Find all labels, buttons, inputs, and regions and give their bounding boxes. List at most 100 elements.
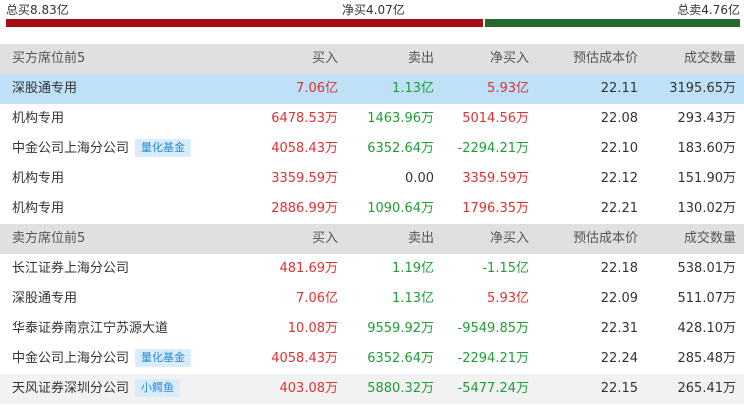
- est-cost-price: 22.10: [600, 141, 638, 156]
- table-row[interactable]: 中金公司上海分公司 量化基金 4058.43万 6352.64万 -2294.21万 22…: [0, 134, 744, 164]
- buy-amount: 10.08万: [287, 321, 338, 336]
- seat-name-cell[interactable]: 机构专用: [12, 104, 64, 134]
- trade-volume: 3195.65万: [669, 81, 736, 96]
- seat-name: 深股通专用: [12, 291, 78, 306]
- seat-name-cell[interactable]: 中金公司上海分公司 量化基金: [12, 344, 192, 374]
- sell-seats-table: 卖方席位前5 买入 卖出 净买入 预估成本价 成交数量 长江证券上海分公司 481…: [0, 224, 744, 404]
- seat-name: 机构专用: [12, 201, 65, 216]
- trade-volume: 293.43万: [677, 111, 737, 126]
- seat-tag[interactable]: 量化基金: [135, 138, 192, 157]
- sell-amount: 1463.96万: [367, 111, 434, 126]
- buy-amount: 403.08万: [279, 381, 339, 396]
- buy-seats-table: 买方席位前5 买入 卖出 净买入 预估成本价 成交数量 深股通专用 7.06亿 1.…: [0, 44, 744, 224]
- est-cost-price: 22.24: [600, 351, 638, 366]
- trade-volume: 428.10万: [677, 321, 737, 336]
- est-cost-price: 22.15: [600, 381, 638, 396]
- header-buy: 买入: [311, 231, 338, 246]
- table-row[interactable]: 华泰证券南京江宁苏源大道 10.08万 9559.92万 -9549.85万 22.31…: [0, 314, 744, 344]
- sell-amount: 5880.32万: [367, 381, 434, 396]
- seat-name: 机构专用: [12, 111, 65, 126]
- seat-name: 中金公司上海分公司: [12, 141, 130, 156]
- seat-name: 中金公司上海分公司: [12, 351, 130, 366]
- table-row[interactable]: 机构专用 2886.99万 1090.64万 1796.35万 22.21 130.02万: [0, 194, 744, 224]
- seat-name: 天风证券深圳分公司: [12, 381, 130, 396]
- est-cost-price: 22.08: [600, 111, 638, 126]
- table-row[interactable]: 长江证券上海分公司 481.69万 1.19亿 -1.15亿 22.18 538.01万: [0, 254, 744, 284]
- est-cost-price: 22.11: [600, 81, 638, 96]
- header-net-buy: 净买入: [489, 51, 529, 66]
- sell-amount: 1.19亿: [392, 261, 434, 276]
- header-seat-name: 卖方席位前5: [12, 231, 86, 246]
- sell-table-header: 卖方席位前5 买入 卖出 净买入 预估成本价 成交数量: [0, 224, 744, 254]
- trade-summary: 总买8.83亿 净买4.07亿 总卖4.76亿: [0, 0, 744, 30]
- trade-volume: 538.01万: [677, 261, 737, 276]
- total-sell-label: 总卖4.76亿: [677, 3, 740, 17]
- table-row[interactable]: 机构专用 6478.53万 1463.96万 5014.56万 22.08 293.43万: [0, 104, 744, 134]
- header-volume: 成交数量: [683, 231, 736, 246]
- net-buy-amount: 5014.56万: [462, 111, 529, 126]
- seat-name-cell[interactable]: 机构专用: [12, 164, 64, 194]
- trade-volume: 183.60万: [677, 141, 737, 156]
- trade-volume: 265.41万: [677, 381, 737, 396]
- header-est-cost: 预估成本价: [572, 51, 638, 66]
- seat-name-cell[interactable]: 长江证券上海分公司: [12, 254, 129, 284]
- header-net-buy: 净买入: [489, 231, 529, 246]
- net-buy-amount: 5.93亿: [487, 291, 529, 306]
- seat-name-cell[interactable]: 深股通专用: [12, 74, 77, 104]
- buy-amount: 7.06亿: [296, 81, 338, 96]
- header-buy: 买入: [311, 51, 338, 66]
- net-buy-label: 净买4.07亿: [342, 3, 405, 17]
- trade-volume: 285.48万: [677, 351, 737, 366]
- net-buy-amount: -1.15亿: [482, 261, 529, 276]
- seat-name-cell[interactable]: 华泰证券南京江宁苏源大道: [12, 314, 168, 344]
- buy-table-header: 买方席位前5 买入 卖出 净买入 预估成本价 成交数量: [0, 44, 744, 74]
- header-volume: 成交数量: [683, 51, 736, 66]
- header-seat-name: 买方席位前5: [12, 51, 86, 66]
- header-est-cost: 预估成本价: [572, 231, 638, 246]
- sell-amount: 0.00: [405, 171, 434, 186]
- buy-amount: 4058.43万: [271, 351, 338, 366]
- table-row[interactable]: 机构专用 3359.59万 0.00 3359.59万 22.12 151.90万: [0, 164, 744, 194]
- buy-amount: 4058.43万: [271, 141, 338, 156]
- sell-amount: 1.13亿: [392, 81, 434, 96]
- seat-tag[interactable]: 小鳄鱼: [135, 378, 181, 397]
- buy-amount: 6478.53万: [271, 111, 338, 126]
- sell-amount: 9559.92万: [367, 321, 434, 336]
- sell-amount: 1.13亿: [392, 291, 434, 306]
- est-cost-price: 22.09: [600, 291, 638, 306]
- seat-name: 机构专用: [12, 171, 65, 186]
- seat-name: 长江证券上海分公司: [12, 261, 130, 276]
- net-buy-amount: -2294.21万: [457, 141, 529, 156]
- seat-name-cell[interactable]: 机构专用: [12, 194, 64, 224]
- buy-amount: 7.06亿: [296, 291, 338, 306]
- net-buy-amount: -5477.24万: [457, 381, 529, 396]
- sell-amount: 6352.64万: [367, 351, 434, 366]
- seat-tag[interactable]: 量化基金: [135, 348, 192, 367]
- seat-name-cell[interactable]: 中金公司上海分公司 量化基金: [12, 134, 192, 164]
- buy-sell-ratio-bar: [6, 19, 740, 27]
- buy-amount: 3359.59万: [271, 171, 338, 186]
- total-buy-label: 总买8.83亿: [6, 3, 69, 17]
- est-cost-price: 22.21: [600, 201, 638, 216]
- est-cost-price: 22.18: [600, 261, 638, 276]
- seat-name: 华泰证券南京江宁苏源大道: [12, 321, 169, 336]
- seat-name-cell[interactable]: 深股通专用: [12, 284, 77, 314]
- buy-amount: 481.69万: [279, 261, 339, 276]
- seat-name-cell[interactable]: 天风证券深圳分公司 小鳄鱼: [12, 374, 181, 404]
- table-row[interactable]: 天风证券深圳分公司 小鳄鱼 403.08万 5880.32万 -5477.24万 22.1…: [0, 374, 744, 404]
- header-sell: 卖出: [407, 51, 434, 66]
- table-row[interactable]: 中金公司上海分公司 量化基金 4058.43万 6352.64万 -2294.21万 22…: [0, 344, 744, 374]
- sell-amount: 1090.64万: [367, 201, 434, 216]
- sell-ratio-segment: [485, 19, 740, 27]
- sell-amount: 6352.64万: [367, 141, 434, 156]
- table-row[interactable]: 深股通专用 7.06亿 1.13亿 5.93亿 22.09 511.07万: [0, 284, 744, 314]
- net-buy-amount: -2294.21万: [457, 351, 529, 366]
- net-buy-amount: 3359.59万: [462, 171, 529, 186]
- est-cost-price: 22.12: [600, 171, 638, 186]
- buy-ratio-segment: [6, 19, 484, 27]
- seat-name: 深股通专用: [12, 81, 78, 96]
- buy-amount: 2886.99万: [271, 201, 338, 216]
- trade-volume: 130.02万: [677, 201, 737, 216]
- trade-volume: 511.07万: [677, 291, 737, 306]
- table-row[interactable]: 深股通专用 7.06亿 1.13亿 5.93亿 22.11 3195.65万: [0, 74, 744, 104]
